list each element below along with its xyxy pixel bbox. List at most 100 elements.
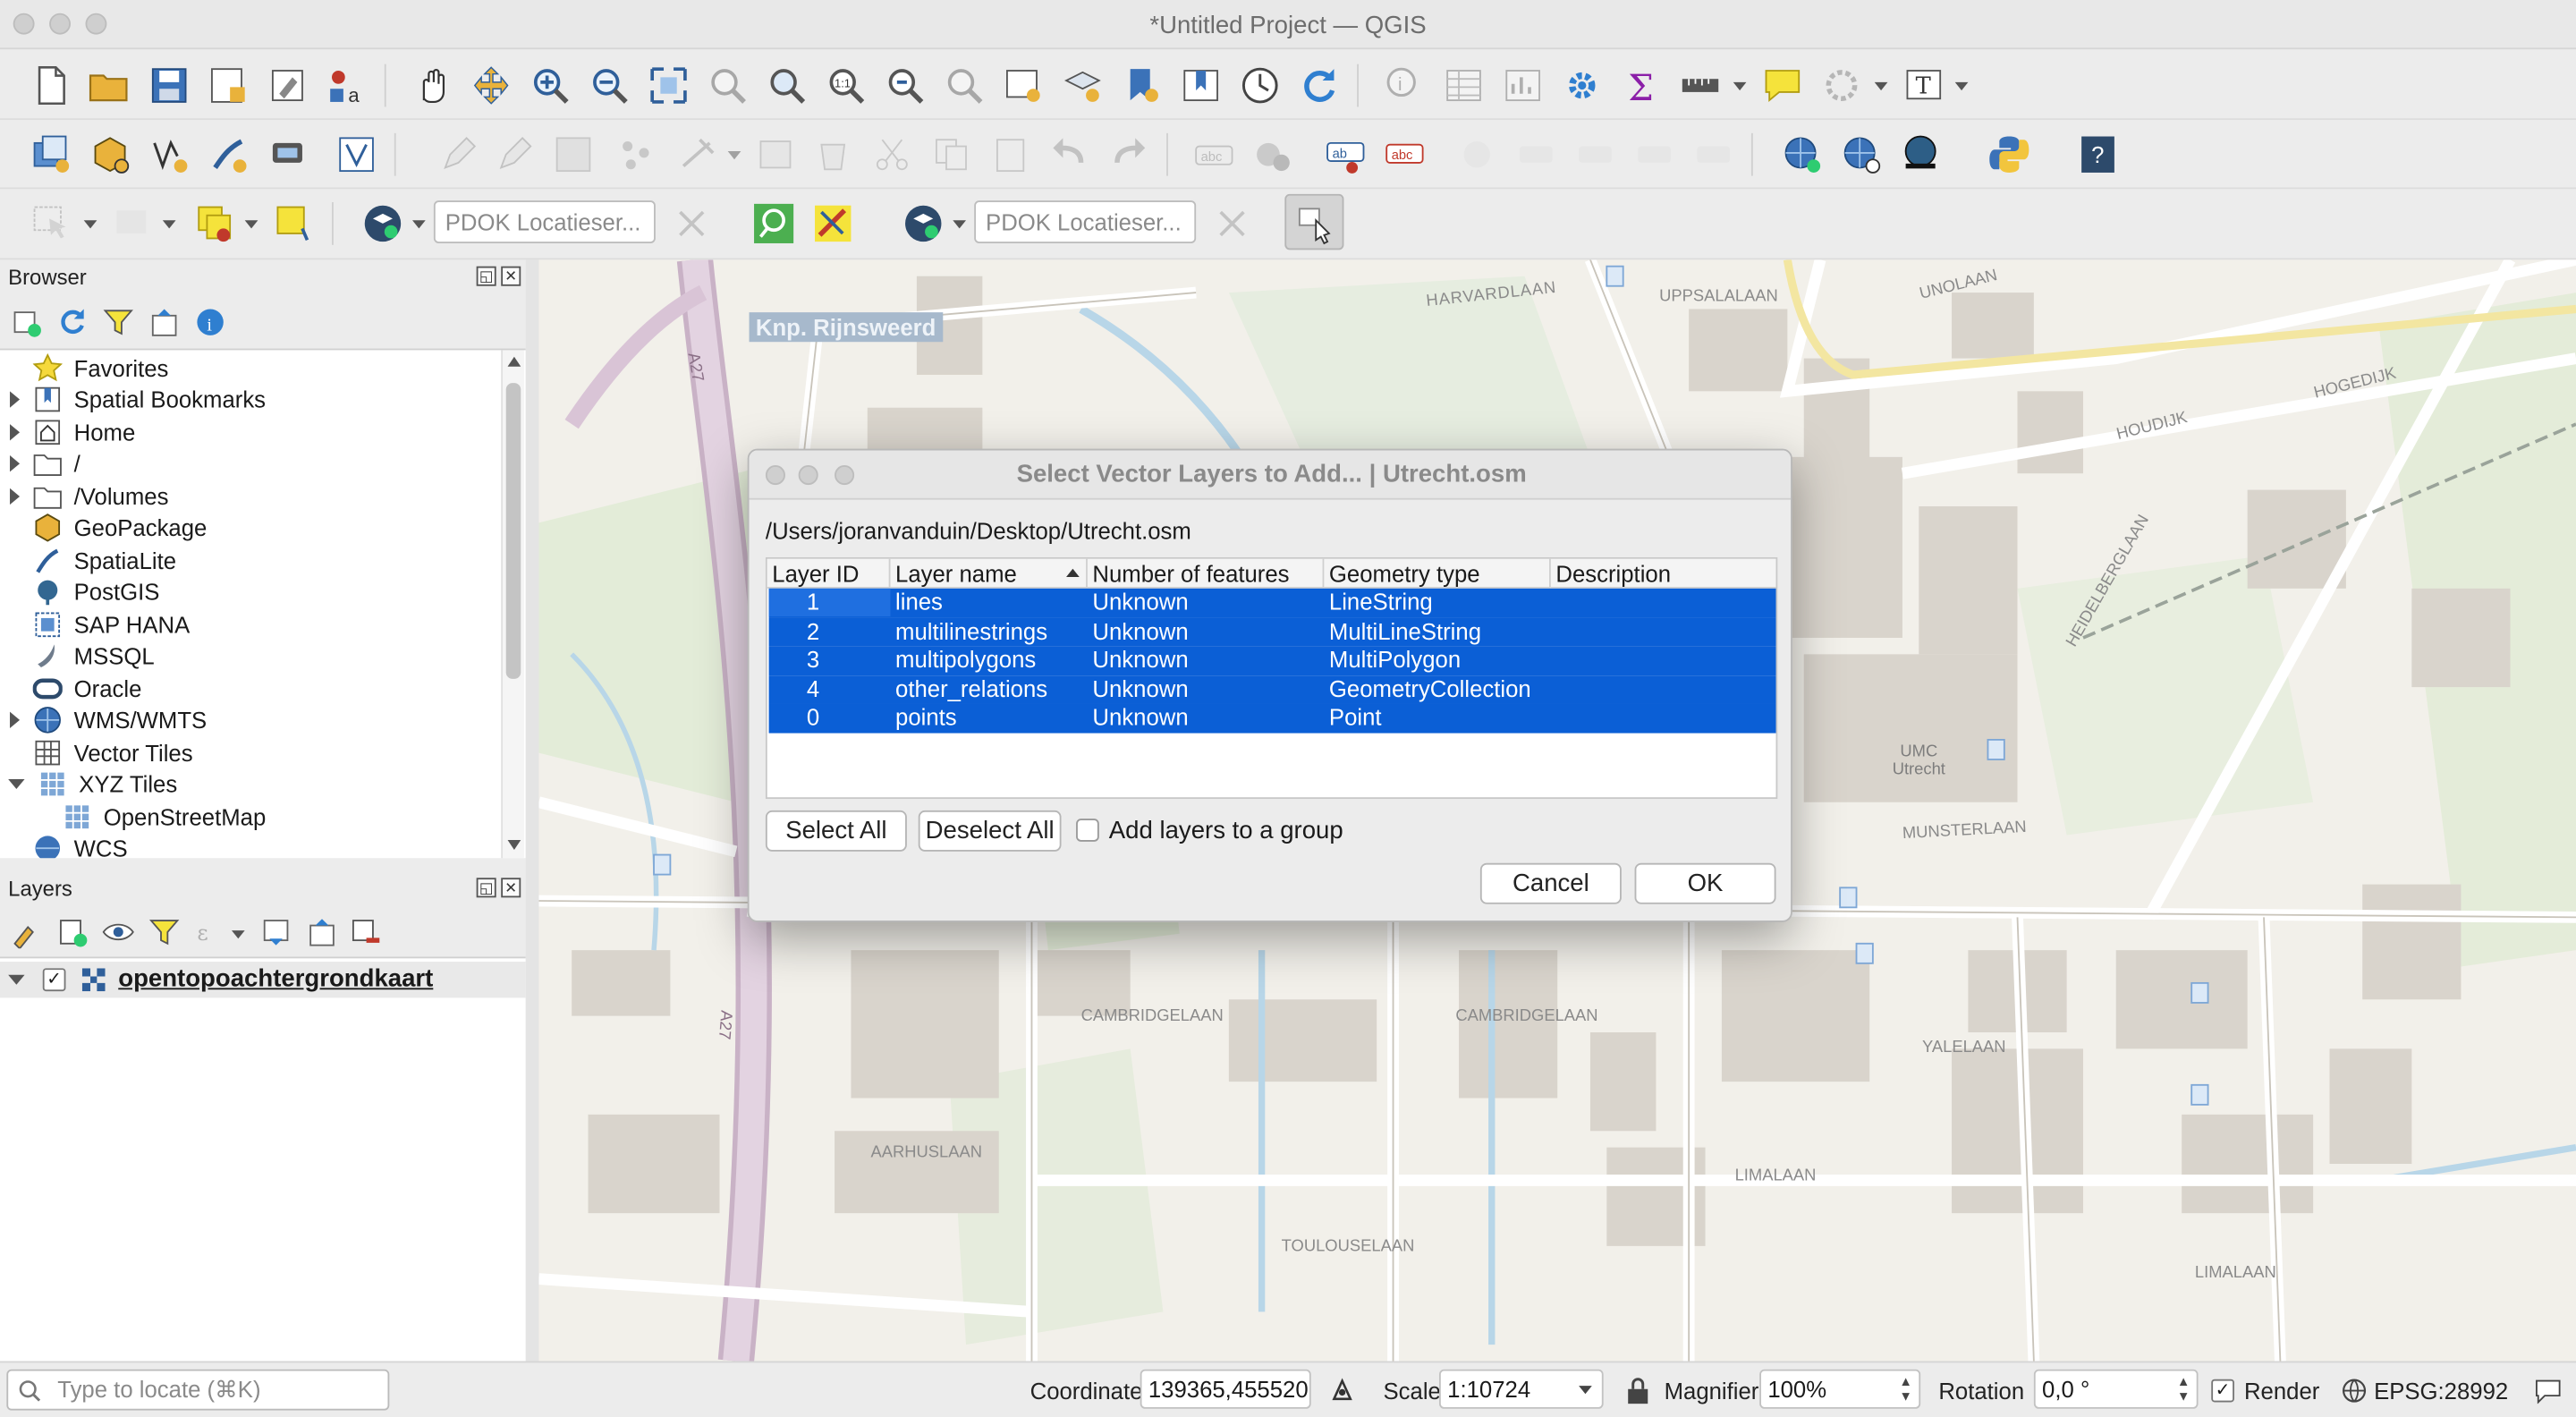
zoom-last-icon[interactable] <box>884 64 927 107</box>
spin-arrows-icon[interactable]: ▲ ▼ <box>2177 1374 2190 1404</box>
table-row[interactable]: 3 multipolygons Unknown MultiPolygon <box>768 646 1776 675</box>
add-to-group-checkbox[interactable] <box>1076 819 1099 842</box>
toggle-extents-icon[interactable] <box>1327 1376 1357 1405</box>
browser-item-geopackage[interactable]: GeoPackage <box>0 512 207 544</box>
refresh-browser-icon[interactable] <box>55 306 89 339</box>
messages-icon[interactable] <box>2533 1378 2563 1404</box>
collapse-all-icon[interactable] <box>148 306 181 339</box>
add-point-feature-icon[interactable] <box>614 133 657 176</box>
new-spatialite-layer-icon[interactable] <box>207 133 250 176</box>
deselect-dropdown[interactable] <box>243 202 259 245</box>
float-panel-icon[interactable]: ◱ <box>476 878 496 898</box>
metasearch-icon[interactable] <box>1781 133 1824 176</box>
remove-layer-icon[interactable] <box>348 916 381 949</box>
scroll-down-icon[interactable] <box>507 840 521 851</box>
spin-arrows-icon[interactable]: ▲ ▼ <box>1899 1374 1912 1404</box>
new-project-icon[interactable] <box>30 64 72 107</box>
browser-item-oracle[interactable]: Oracle <box>0 673 141 705</box>
lock-scale-icon[interactable] <box>1626 1378 1649 1404</box>
pdok-clear-icon-1[interactable] <box>670 202 713 245</box>
move-label-icon[interactable] <box>1633 133 1676 176</box>
vertex-tool-dropdown[interactable] <box>726 133 742 176</box>
zoom-in-icon[interactable] <box>529 64 572 107</box>
new-geopackage-layer-icon[interactable] <box>89 133 131 176</box>
style-manager-icon[interactable] <box>267 64 309 107</box>
browser-item-mssql[interactable]: MSSQL <box>0 641 155 673</box>
map-tips-icon[interactable] <box>1761 64 1804 107</box>
dialog-zoom-button[interactable] <box>835 465 855 486</box>
browser-item-wcs[interactable]: WCS <box>0 833 128 859</box>
render-checkbox[interactable]: ✓ <box>2211 1379 2234 1403</box>
expand-all-icon[interactable] <box>259 916 292 949</box>
browser-scroll-thumb[interactable] <box>505 383 521 679</box>
zoom-out-icon[interactable] <box>589 64 631 107</box>
column-header-geometry[interactable]: Geometry type <box>1324 558 1551 589</box>
deselect-all-button[interactable]: Deselect All <box>918 810 1062 852</box>
float-panel-icon[interactable]: ◱ <box>476 266 496 286</box>
show-hide-labels-icon[interactable] <box>1574 133 1617 176</box>
column-header-features[interactable]: Number of features <box>1087 558 1325 589</box>
zoom-to-layer-icon[interactable] <box>766 64 809 107</box>
select-by-value-dropdown[interactable] <box>161 202 177 245</box>
scroll-up-icon[interactable] <box>507 356 521 367</box>
new-print-layout-icon[interactable] <box>207 64 250 107</box>
paste-features-icon[interactable] <box>989 133 1032 176</box>
select-features-icon[interactable] <box>30 202 72 245</box>
annotation-dropdown[interactable] <box>1873 64 1889 107</box>
pdok-clear-icon-2[interactable] <box>1211 202 1254 245</box>
diagram-options-icon[interactable] <box>1252 133 1295 176</box>
measure-dropdown[interactable] <box>1732 64 1748 107</box>
manage-visibility-icon[interactable] <box>102 916 135 949</box>
python-console-icon[interactable] <box>1987 133 2030 176</box>
show-bookmarks-icon[interactable] <box>1180 64 1223 107</box>
layer-labeling-options-icon[interactable]: ab <box>1324 133 1367 176</box>
filter-legend-icon[interactable] <box>148 916 181 949</box>
statistical-summary-icon[interactable] <box>1502 64 1545 107</box>
help-icon[interactable]: ? <box>2077 133 2120 176</box>
browser-item-vector-tiles[interactable]: Vector Tiles <box>0 736 193 768</box>
save-layer-edits-icon[interactable] <box>552 133 595 176</box>
column-header-layer-name[interactable]: Layer name <box>890 558 1088 589</box>
rotation-spinbox[interactable]: 0,0 ° ▲ ▼ <box>2033 1369 2199 1409</box>
open-project-icon[interactable] <box>87 64 130 107</box>
annotation-settings-icon[interactable] <box>1820 64 1863 107</box>
select-all-button[interactable]: Select All <box>765 810 907 852</box>
layer-styling-icon[interactable]: a <box>326 64 369 107</box>
filter-browser-icon[interactable] <box>102 306 135 339</box>
collapse-arrow-icon[interactable] <box>8 779 25 790</box>
table-row[interactable]: 1 lines Unknown LineString <box>768 588 1776 618</box>
layer-diagram-options-icon[interactable]: abc <box>1384 133 1427 176</box>
refresh-icon[interactable] <box>1298 64 1341 107</box>
processing-toolbox-icon[interactable] <box>1561 64 1604 107</box>
delete-selected-icon[interactable] <box>811 133 854 176</box>
collapse-arrow-icon[interactable] <box>8 974 25 985</box>
data-source-manager-icon[interactable] <box>30 133 72 176</box>
expand-arrow-icon[interactable] <box>10 488 21 505</box>
browser-item-openstreetmap[interactable]: OpenStreetMap <box>30 801 266 833</box>
measure-line-icon[interactable] <box>1679 64 1722 107</box>
crs-label[interactable]: EPSG:28992 <box>2374 1378 2508 1404</box>
panel-splitter[interactable] <box>525 259 539 1362</box>
locator-search-icon[interactable] <box>752 202 795 245</box>
browser-item-favorites[interactable]: Favorites <box>0 352 168 384</box>
new-map-view-icon[interactable] <box>1002 64 1045 107</box>
redo-icon[interactable] <box>1107 133 1150 176</box>
zoom-native-resolution-icon[interactable]: 1:1 <box>825 64 868 107</box>
close-panel-icon[interactable]: ✕ <box>501 266 521 286</box>
zoom-next-icon[interactable] <box>943 64 986 107</box>
zoom-to-selection-icon[interactable] <box>707 64 750 107</box>
select-features-dropdown[interactable] <box>82 202 98 245</box>
identify-tool-active-button[interactable] <box>1284 193 1344 250</box>
coordinate-field[interactable]: 139365,455520 <box>1140 1369 1311 1409</box>
table-row[interactable]: 4 other_relations Unknown GeometryCollectio… <box>768 675 1776 704</box>
pdok-plugin-icon-1[interactable] <box>361 202 404 245</box>
collapse-all-layers-icon[interactable] <box>306 916 339 949</box>
browser-item-wms-wmts[interactable]: WMS/WMTS <box>0 704 207 736</box>
new-virtual-layer-icon[interactable] <box>267 133 309 176</box>
select-by-value-icon[interactable] <box>112 202 155 245</box>
new-3d-map-view-icon[interactable] <box>1062 64 1105 107</box>
close-panel-icon[interactable]: ✕ <box>501 878 521 898</box>
zoom-full-icon[interactable] <box>648 64 691 107</box>
pdok-locator-search-2[interactable]: PDOK Locatieser... <box>974 200 1197 243</box>
layer-item-opentopo[interactable]: ✓ opentopoachtergrondkaart <box>0 961 526 998</box>
